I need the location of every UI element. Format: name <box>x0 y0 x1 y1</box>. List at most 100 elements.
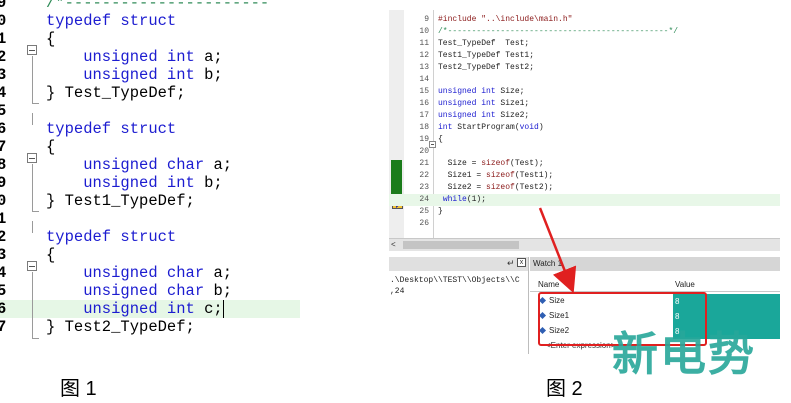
code-token: unsigned char <box>46 282 205 300</box>
code-token: Size; <box>495 87 525 96</box>
line-number: 3 <box>0 66 7 84</box>
editor-line[interactable]: 25} <box>389 206 780 218</box>
site-watermark-logo: 新电势 <box>612 327 756 381</box>
editor-line[interactable]: 19 { <box>389 134 780 146</box>
code-text: Size = sizeof(Test); <box>438 158 544 170</box>
editor-line[interactable]: 26 <box>389 218 780 230</box>
code-text: unsigned int b; <box>46 174 223 192</box>
line-number: 6 <box>0 300 7 318</box>
close-icon[interactable]: x <box>517 258 526 267</box>
code-token: sizeof <box>486 183 515 192</box>
code-token: unsigned char <box>46 156 205 174</box>
fold-toggle-icon[interactable] <box>27 153 37 163</box>
code-token: StartProgram( <box>452 123 520 132</box>
code-token: a; <box>204 264 233 282</box>
line-number: 1 <box>0 210 7 228</box>
editor-line[interactable]: 20 <box>389 146 780 158</box>
code-token: c; <box>194 300 223 318</box>
line-number: 8 <box>0 156 7 174</box>
code-line: 3{ <box>0 246 300 264</box>
code-token: #include <box>438 15 482 24</box>
code-line: 5 <box>0 102 300 120</box>
code-token: b; <box>204 282 233 300</box>
code-line: 7{ <box>0 138 300 156</box>
code-token: { <box>46 30 56 48</box>
code-line: 1 <box>0 210 300 228</box>
code-text: { <box>46 246 55 264</box>
figure-1-code-view: 9 /*---------------------- 0 typedef struct… <box>0 0 300 352</box>
code-token: unsigned int <box>438 87 496 96</box>
fold-guide-line <box>32 221 33 233</box>
editor-line[interactable]: 9 #include "..\include\main.h" <box>389 14 780 26</box>
code-text: { <box>46 30 55 48</box>
fold-guide-line <box>32 272 33 338</box>
line-number: 21 <box>419 159 429 168</box>
code-editor[interactable]: 9 #include "..\include\main.h" 10 /*-------… <box>389 10 780 251</box>
line-number: 2 <box>0 48 7 66</box>
code-text: unsigned char a; <box>46 156 232 174</box>
editor-line[interactable]: 16 unsigned int Size1; <box>389 98 780 110</box>
fold-toggle-icon[interactable] <box>27 261 37 271</box>
line-number: 0 <box>0 12 7 30</box>
code-token: } <box>438 207 443 216</box>
code-line: 2 unsigned int a; <box>0 48 300 66</box>
editor-line[interactable]: 21 Size = sizeof(Test); <box>389 158 780 170</box>
editor-line[interactable]: 22 Size1 = sizeof(Test1); <box>389 170 780 182</box>
line-number: 11 <box>419 39 429 48</box>
code-text: Size1 = sizeof(Test1); <box>438 170 554 182</box>
line-number: 5 <box>0 102 7 120</box>
code-token: unsigned int <box>46 66 195 84</box>
fold-toggle-icon[interactable] <box>27 45 37 55</box>
scrollbar-thumb[interactable] <box>403 241 519 249</box>
line-number: 4 <box>0 264 7 282</box>
code-token: a; <box>194 48 223 66</box>
code-text: { <box>438 134 443 146</box>
fold-toggle-icon[interactable] <box>429 141 436 148</box>
line-number: 14 <box>419 75 429 84</box>
code-line: 9 /*---------------------- <box>0 0 300 12</box>
code-token: while <box>442 195 467 204</box>
line-number: 26 <box>419 219 429 228</box>
editor-line[interactable]: 18 int StartProgram(void) <box>389 122 780 134</box>
horizontal-scrollbar[interactable]: < <box>389 238 780 251</box>
name-column-header[interactable]: Name <box>538 280 559 289</box>
editor-line[interactable]: 10 /*------------------------------------… <box>389 26 780 38</box>
editor-line[interactable]: 24 while(1); <box>389 194 780 206</box>
value-column-header[interactable]: Value <box>675 280 695 289</box>
line-number: 10 <box>419 27 429 36</box>
code-text: int StartProgram(void) <box>438 122 544 134</box>
editor-line[interactable]: 17 unsigned int Size2; <box>389 110 780 122</box>
scroll-left-button[interactable]: < <box>391 240 396 249</box>
line-number: 4 <box>0 84 7 102</box>
code-token: void <box>519 123 539 132</box>
line-number: 23 <box>419 183 429 192</box>
watch-title[interactable]: Watch 1 <box>533 259 562 268</box>
editor-line[interactable]: 23 Size2 = sizeof(Test2); <box>389 182 780 194</box>
editor-line[interactable]: 15 unsigned int Size; <box>389 86 780 98</box>
editor-line[interactable]: 11 Test_TypeDef Test; <box>389 38 780 50</box>
line-number: 12 <box>419 51 429 60</box>
line-number: 16 <box>419 99 429 108</box>
output-pane-titlebar: ↵ x <box>389 257 528 271</box>
watch-column-header: Name Value <box>530 279 780 292</box>
code-token: Size = <box>438 159 482 168</box>
pin-icon[interactable]: ↵ <box>507 258 515 269</box>
code-token: (1); <box>466 195 487 204</box>
code-line: 3 unsigned int b; <box>0 66 300 84</box>
code-text: unsigned int b; <box>46 66 223 84</box>
code-token: } Test1_TypeDef; <box>46 192 195 210</box>
code-line: 1{ <box>0 30 300 48</box>
editor-line[interactable]: 12 Test1_TypeDef Test1; <box>389 50 780 62</box>
code-token: /*---------------------- <box>46 0 270 12</box>
editor-line[interactable]: 13 Test2_TypeDef Test2; <box>389 62 780 74</box>
editor-line[interactable]: 14 <box>389 74 780 86</box>
line-number: 20 <box>419 147 429 156</box>
code-line: 8 unsigned char a; <box>0 156 300 174</box>
fold-guide-end <box>32 103 39 104</box>
line-number: 22 <box>419 171 429 180</box>
code-token: typedef struct <box>46 228 177 246</box>
code-text: { <box>46 138 55 156</box>
code-line: 5 unsigned char b; <box>0 282 300 300</box>
code-token: sizeof <box>481 159 511 168</box>
code-line: 0 typedef struct <box>0 12 300 30</box>
